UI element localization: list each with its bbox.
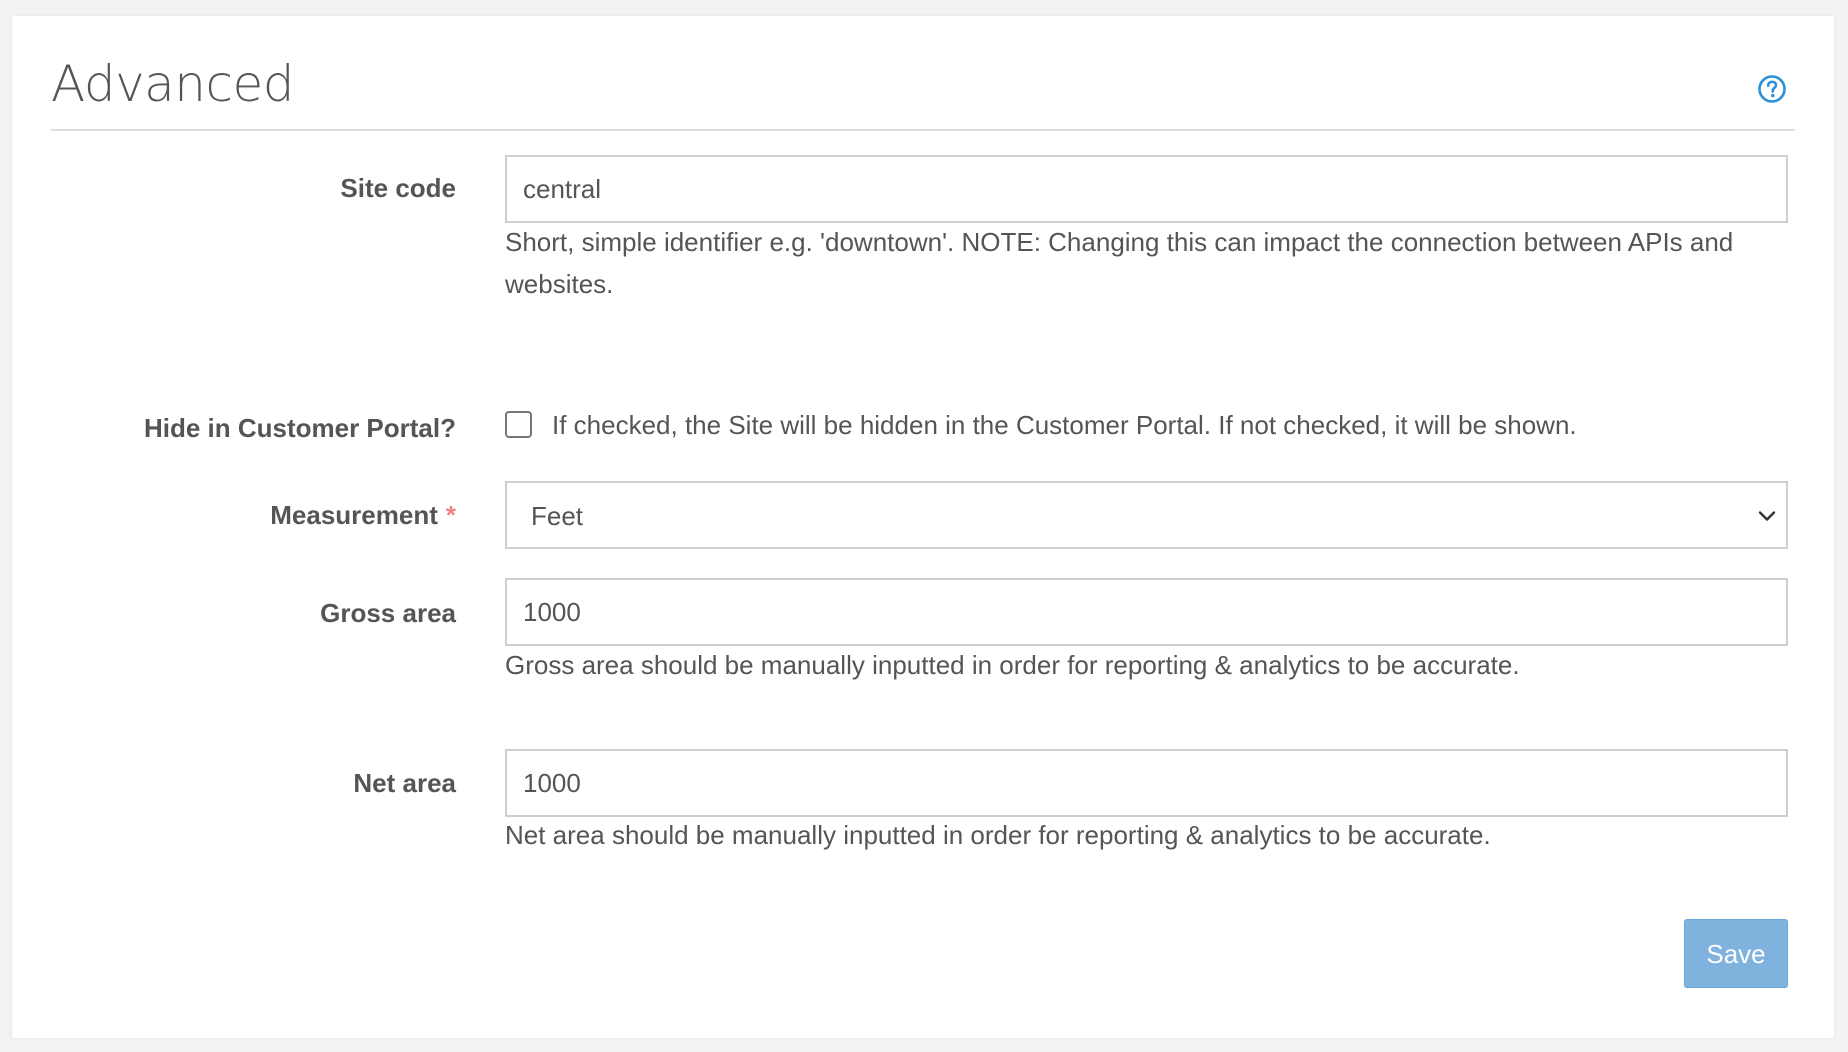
measurement-select[interactable]: Feet	[505, 481, 1788, 549]
measurement-label-text: Measurement	[270, 500, 438, 530]
panel-header: Advanced	[51, 16, 1795, 131]
page-title: Advanced	[51, 55, 294, 113]
question-circle-icon[interactable]	[1757, 74, 1787, 104]
net-area-input[interactable]	[505, 749, 1788, 817]
hide-portal-description: If checked, the Site will be hidden in t…	[552, 410, 1577, 440]
measurement-selected-value: Feet	[531, 501, 584, 531]
gross-area-label: Gross area	[320, 598, 456, 628]
advanced-settings-panel: Advanced Site code Short, simple identif…	[12, 16, 1834, 1038]
net-area-label: Net area	[353, 768, 456, 798]
site-code-label: Site code	[340, 173, 456, 203]
net-area-help-text: Net area should be manually inputted in …	[505, 820, 1491, 850]
chevron-down-icon	[1758, 511, 1776, 521]
required-marker: *	[445, 500, 456, 530]
save-button[interactable]: Save	[1684, 919, 1788, 988]
hide-portal-checkbox[interactable]	[505, 411, 532, 438]
gross-area-input[interactable]	[505, 578, 1788, 646]
hide-portal-label: Hide in Customer Portal?	[143, 413, 456, 443]
measurement-label: Measurement *	[270, 499, 456, 531]
site-code-help-text: Short, simple identifier e.g. 'downtown'…	[505, 227, 1734, 299]
gross-area-help-text: Gross area should be manually inputted i…	[505, 650, 1520, 680]
site-code-input[interactable]	[505, 155, 1788, 223]
